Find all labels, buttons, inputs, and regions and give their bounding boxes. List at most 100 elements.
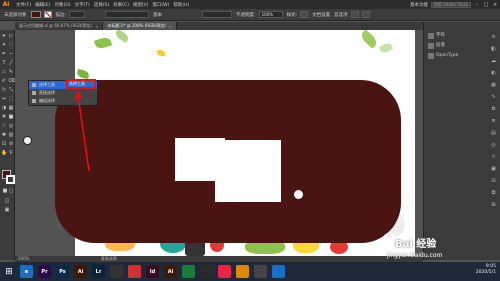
- rectangle-tool-icon[interactable]: ▭: [1, 69, 7, 75]
- close-tab-icon[interactable]: ×: [95, 24, 98, 29]
- menu-type[interactable]: 文字(T): [75, 2, 90, 8]
- type-tool-icon[interactable]: T: [1, 60, 7, 66]
- prefs-button[interactable]: 首选项: [334, 12, 348, 18]
- shape-builder-icon[interactable]: ◑: [1, 105, 7, 111]
- flyout-item-group-select[interactable]: 编组选择: [29, 97, 97, 105]
- taskbar-app-explorer[interactable]: [272, 265, 285, 278]
- transparency-icon[interactable]: ◎: [490, 142, 497, 149]
- taskbar-app-illustrator[interactable]: Ai: [74, 265, 87, 278]
- paintbrush-icon[interactable]: ✎: [8, 69, 14, 75]
- align-button[interactable]: [350, 11, 359, 18]
- line-tool-icon[interactable]: ╱: [8, 60, 14, 66]
- close-icon[interactable]: ×: [492, 2, 498, 8]
- layers-icon[interactable]: ◧: [490, 46, 497, 53]
- graphic-styles-icon[interactable]: ▣: [490, 166, 497, 173]
- graph-tool-icon[interactable]: ▥: [8, 132, 14, 138]
- brush-definition-field[interactable]: [105, 11, 150, 18]
- properties-icon[interactable]: ≡: [490, 34, 497, 41]
- width-tool-icon[interactable]: ⇔: [1, 96, 7, 102]
- windows-start-icon[interactable]: ⊞: [3, 266, 15, 278]
- tab-document-1[interactable]: 展示应用编辑.ai @ 66.67% (RGB/预览) ×: [15, 22, 104, 30]
- blend-tool-icon[interactable]: ◎: [8, 123, 14, 129]
- symbol-sprayer-icon[interactable]: ✺: [1, 132, 7, 138]
- scale-tool-icon[interactable]: ⤡: [8, 87, 14, 93]
- taskbar-app-media[interactable]: [128, 265, 141, 278]
- color-icon[interactable]: ◐: [490, 70, 497, 77]
- menu-effect[interactable]: 效果(C): [113, 2, 129, 8]
- eraser-icon[interactable]: ⌫: [8, 78, 15, 84]
- align-icon[interactable]: ⊟: [490, 178, 497, 185]
- taskbar-app-illustrator-2[interactable]: Ai: [164, 265, 177, 278]
- workspace-switcher[interactable]: 基本功能: [410, 2, 428, 8]
- perspective-grid-icon[interactable]: ▦: [8, 105, 14, 111]
- none-mode-icon[interactable]: ▢: [8, 188, 14, 194]
- menu-window[interactable]: 窗口(W): [152, 2, 169, 8]
- eyedropper-icon[interactable]: ⁄: [1, 123, 7, 129]
- taskbar-app-photoshop[interactable]: Ps: [56, 265, 69, 278]
- flyout-item-direct-select[interactable]: 直接选择: [29, 89, 97, 97]
- graphic-style-button[interactable]: [300, 11, 309, 18]
- minimize-icon[interactable]: –: [474, 2, 480, 8]
- system-clock[interactable]: 9:05 2020/5/1: [476, 264, 496, 276]
- taskbar-app-folder[interactable]: [110, 265, 123, 278]
- pathfinder-icon[interactable]: ⧉: [490, 190, 497, 197]
- swatches-icon[interactable]: ▦: [490, 82, 497, 89]
- menu-select[interactable]: 选择(S): [94, 2, 109, 8]
- stroke-weight-field[interactable]: [69, 11, 86, 18]
- menu-view[interactable]: 视图(V): [133, 2, 149, 8]
- symbols-icon[interactable]: ✿: [490, 106, 497, 113]
- selection-tool-icon[interactable]: ➤: [1, 33, 7, 39]
- menu-file[interactable]: 文件(F): [16, 2, 31, 8]
- appearance-icon[interactable]: ☼: [490, 154, 497, 161]
- stock-search-input[interactable]: 搜索 Adobe Stock: [431, 1, 471, 8]
- taskbar-app-indesign[interactable]: Id: [146, 265, 159, 278]
- stroke-swatch[interactable]: [43, 11, 52, 18]
- tab-document-2[interactable]: 未标题-1* @ 200% (RGB/预览) ×: [103, 22, 178, 30]
- menu-edit[interactable]: 编辑(E): [35, 2, 50, 8]
- close-tab-icon[interactable]: ×: [169, 24, 172, 29]
- taskbar-app-firefox[interactable]: [236, 265, 249, 278]
- zoom-tool-icon[interactable]: ⚲: [8, 150, 14, 156]
- fill-swatch[interactable]: [30, 11, 41, 18]
- hand-tool-icon[interactable]: ✋: [1, 150, 7, 156]
- free-transform-icon[interactable]: ⬚: [8, 96, 14, 102]
- mesh-tool-icon[interactable]: #: [1, 114, 7, 120]
- lasso-icon[interactable]: ◌: [8, 42, 14, 48]
- screen-mode-icon[interactable]: ▣: [4, 207, 10, 213]
- taskbar-app-misc[interactable]: [254, 265, 267, 278]
- doc-setup-button[interactable]: 文档设置: [312, 12, 330, 18]
- opacity-field[interactable]: 100%: [258, 11, 283, 18]
- taskbar-app-wechat[interactable]: [182, 265, 195, 278]
- rotate-tool-icon[interactable]: ↻: [1, 87, 7, 93]
- libraries-icon[interactable]: ☁: [490, 58, 497, 65]
- shaper-tool-icon[interactable]: ✐: [1, 78, 7, 84]
- stroke-color-swatch[interactable]: [6, 175, 15, 184]
- direct-selection-tool-icon[interactable]: ▷: [8, 33, 14, 39]
- menu-help[interactable]: 帮助(H): [173, 2, 189, 8]
- white-rectangle-shape[interactable]: [215, 140, 281, 202]
- brushes-icon[interactable]: ✎: [490, 94, 497, 101]
- taskbar-app-premiere[interactable]: Pr: [38, 265, 51, 278]
- transform-icon[interactable]: ⊞: [490, 202, 497, 209]
- draw-mode-icon[interactable]: ◫: [4, 198, 10, 204]
- gradient-tool-icon[interactable]: ■: [8, 114, 14, 120]
- slice-tool-icon[interactable]: ⊘: [8, 141, 14, 147]
- taskbar-app-ie[interactable]: e: [20, 265, 33, 278]
- maximize-icon[interactable]: □: [483, 2, 489, 8]
- gradient-icon[interactable]: ▤: [490, 130, 497, 137]
- taskbar-app-qq[interactable]: [200, 265, 213, 278]
- curvature-tool-icon[interactable]: ∽: [8, 51, 14, 57]
- zoom-level[interactable]: 200%: [18, 256, 29, 261]
- pen-tool-icon[interactable]: ✒: [1, 51, 7, 57]
- stroke-icon[interactable]: ≣: [490, 118, 497, 125]
- magic-wand-icon[interactable]: ✦: [1, 42, 7, 48]
- panel-tab-paragraph[interactable]: 段落: [436, 42, 445, 50]
- taskbar-app-chrome[interactable]: [218, 265, 231, 278]
- taskbar-app-lightroom[interactable]: Lr: [92, 265, 105, 278]
- panel-tab-character[interactable]: 字符: [436, 32, 445, 40]
- artboard-tool-icon[interactable]: ⊡: [1, 141, 7, 147]
- transform-button[interactable]: [361, 11, 370, 18]
- menu-object[interactable]: 对象(O): [54, 2, 70, 8]
- panel-tab-opentype[interactable]: OpenType: [436, 52, 458, 60]
- canvas-area[interactable]: [15, 30, 423, 256]
